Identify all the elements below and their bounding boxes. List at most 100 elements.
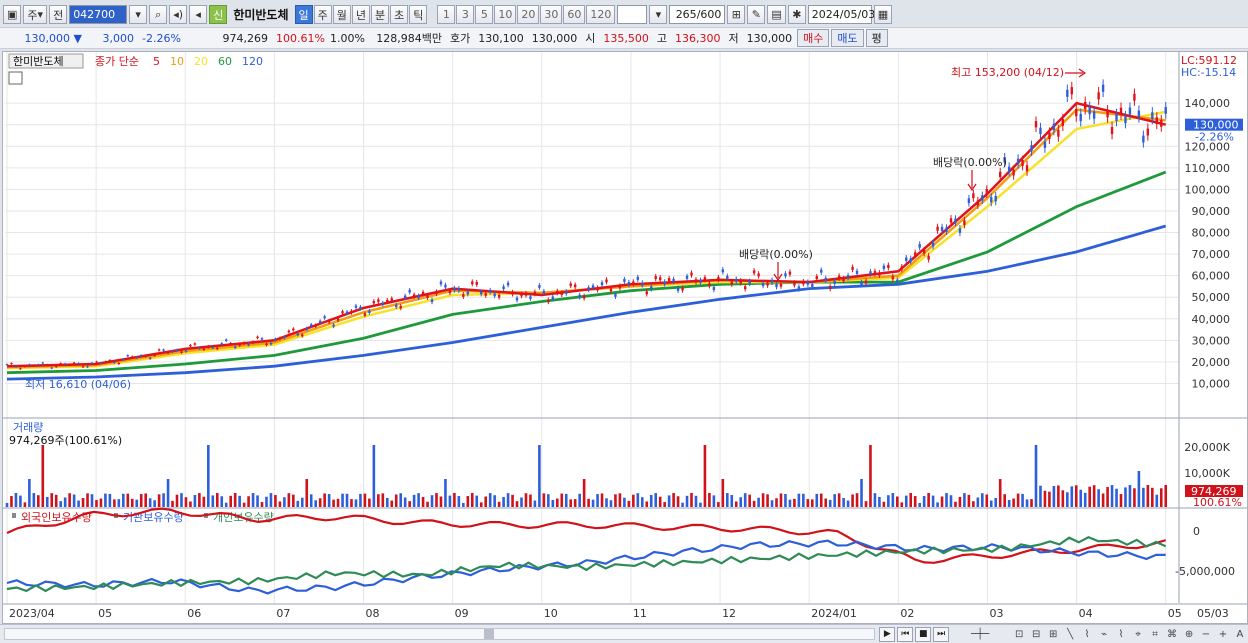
save-icon[interactable]: ▤	[767, 5, 786, 24]
tool2-icon[interactable]: ⌇	[1079, 627, 1095, 642]
candle-body	[502, 286, 505, 290]
volume-bar	[68, 493, 71, 507]
candle-body	[712, 287, 716, 291]
chart-area[interactable]: 10,000 20,000 30,000 40,000 50,000 60,000 70,0…	[2, 51, 1248, 624]
tool7-icon[interactable]: ⌘	[1164, 627, 1180, 642]
x-tick-label: 05	[1168, 607, 1182, 620]
candle-body	[135, 357, 138, 359]
candle-body	[211, 346, 214, 349]
open: 135,500	[603, 31, 649, 45]
volume-bar	[1159, 488, 1163, 507]
period-select[interactable]: 주 ▾	[23, 5, 48, 24]
first-icon[interactable]: ⏮	[897, 626, 914, 642]
period-tab-5[interactable]: 초	[390, 5, 409, 24]
tool6-icon[interactable]: ⌗	[1147, 627, 1163, 642]
minus-icon[interactable]: −	[1198, 627, 1214, 642]
volume-bar	[475, 495, 479, 507]
candle-icon[interactable]: ⊞	[727, 5, 746, 24]
y-tick-label: 110,000	[1185, 162, 1231, 175]
count-tab-10[interactable]: 10	[494, 5, 517, 24]
volume-bar	[511, 494, 514, 507]
period-tab-3[interactable]: 년	[351, 5, 371, 24]
volume-bar	[104, 493, 107, 507]
search-icon[interactable]: ⌕	[149, 5, 168, 24]
period-tab-4[interactable]: 분	[371, 5, 390, 24]
tool5-icon[interactable]: ⌖	[1130, 627, 1146, 642]
period-tab-6[interactable]: 틱	[409, 5, 428, 24]
candle-body	[967, 198, 971, 204]
period-tab-2[interactable]: 월	[332, 5, 351, 24]
tool3-icon[interactable]: ⌁	[1096, 627, 1112, 642]
stock-code-input[interactable]: 042700	[69, 5, 128, 24]
count-tab-30[interactable]: 30	[540, 5, 563, 24]
count-tab-3[interactable]: 3	[456, 5, 475, 24]
date-input[interactable]: 2024/05/03	[807, 5, 875, 24]
eval-button[interactable]: 평	[865, 29, 888, 47]
count-dropdown-icon[interactable]: ▾	[649, 5, 668, 24]
volume-bar	[788, 499, 792, 507]
volume-bar	[860, 479, 863, 507]
count-tab-20[interactable]: 20	[517, 5, 540, 24]
buy-button[interactable]: 매수	[797, 29, 830, 47]
candle-body	[681, 287, 684, 291]
period-tab-1[interactable]: 주	[313, 5, 332, 24]
candle-body	[323, 316, 326, 319]
layout-icon[interactable]: ⊟	[1028, 627, 1044, 642]
volume-bar	[488, 493, 492, 507]
zoom-in-icon[interactable]: ⊕	[1181, 627, 1197, 642]
candle-body	[878, 272, 881, 276]
code-dropdown-icon[interactable]: ▾	[129, 5, 148, 24]
scroll-right-icon[interactable]: ▶	[879, 626, 896, 642]
calendar-icon[interactable]: ▦	[873, 5, 893, 24]
volume-bar	[734, 501, 738, 507]
ma-period-label: 60	[218, 55, 232, 68]
count-tab-120[interactable]: 120	[586, 5, 616, 24]
stop-icon[interactable]: ■	[915, 626, 932, 642]
gear-icon[interactable]: ✱	[787, 5, 806, 24]
sell-button[interactable]: 매도	[831, 29, 864, 47]
plus-icon[interactable]: +	[1215, 627, 1231, 642]
count-tab-1[interactable]: 1	[437, 5, 456, 24]
candle-body	[354, 305, 358, 308]
volume-bar	[640, 497, 644, 507]
candle-body	[1025, 165, 1029, 172]
candle-body	[471, 281, 474, 285]
candle-body	[990, 197, 993, 203]
candle-body	[1092, 111, 1096, 119]
horizontal-scrollbar[interactable]	[4, 628, 876, 640]
count-tab-5[interactable]: 5	[475, 5, 494, 24]
window-icon[interactable]: ▣	[3, 5, 22, 24]
speaker-icon[interactable]: ◂)	[169, 5, 188, 24]
candle-body	[448, 290, 452, 294]
candle-body	[721, 269, 725, 273]
volume-bar	[1133, 488, 1136, 507]
font-icon[interactable]: A	[1232, 627, 1248, 642]
count-input[interactable]	[617, 5, 648, 24]
volume-bar	[265, 496, 268, 507]
grid-icon[interactable]: ⊞	[1045, 627, 1061, 642]
volume-bar	[108, 493, 112, 507]
draw-icon[interactable]: ✎	[747, 5, 766, 24]
line-tool-icon[interactable]: ╲	[1062, 627, 1078, 642]
candle-body	[104, 361, 107, 363]
volume-bar	[251, 493, 255, 507]
count-tab-60[interactable]: 60	[563, 5, 586, 24]
view-count[interactable]: 265/600	[669, 5, 726, 24]
crosshair-icon[interactable]: ⊡	[1011, 627, 1027, 642]
tool4-icon[interactable]: ⌇	[1113, 627, 1129, 642]
candle-body	[238, 344, 241, 346]
chart-svg[interactable]: 10,000 20,000 30,000 40,000 50,000 60,000 70,0…	[3, 52, 1247, 623]
candle-body	[739, 280, 742, 284]
candle-body	[131, 356, 134, 358]
prev-button[interactable]: 전	[49, 5, 68, 24]
last-icon[interactable]: ⏭	[933, 626, 950, 642]
period-tab-0[interactable]: 일	[294, 5, 313, 24]
back-arrow-icon[interactable]: ◂	[189, 5, 208, 24]
zoom-slider[interactable]: ─┼─	[950, 627, 1010, 642]
x-tick-label: 05	[98, 607, 112, 620]
current-price-value: 130,000	[24, 31, 71, 45]
volume-bar	[882, 501, 886, 507]
candle-body	[900, 266, 903, 270]
candle-body	[99, 362, 103, 364]
scroll-thumb[interactable]	[484, 629, 495, 639]
